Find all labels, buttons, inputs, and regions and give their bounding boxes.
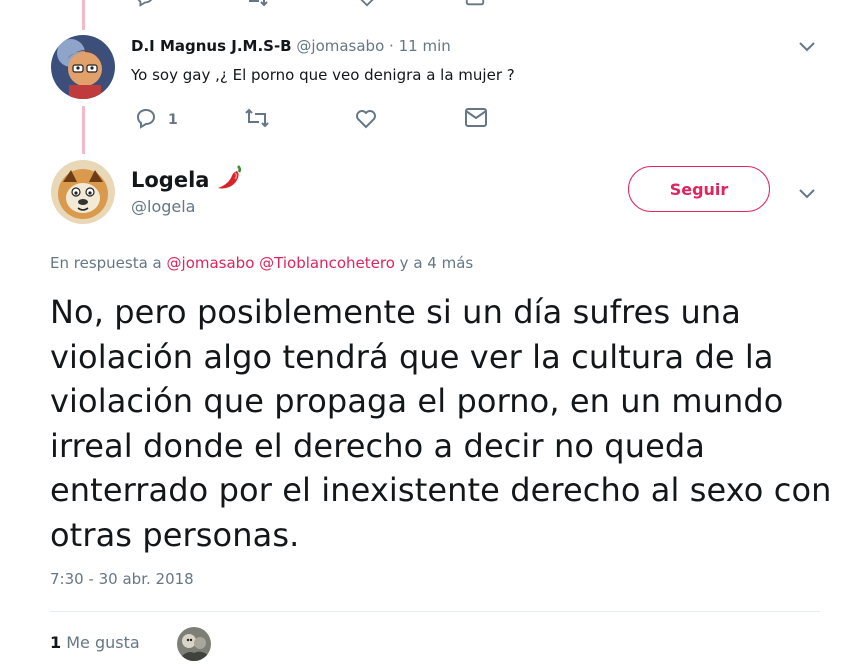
likes-count: 1 (50, 633, 62, 652)
reply-icon[interactable] (134, 0, 156, 12)
tweet-timestamp[interactable]: 7:30 - 30 abr. 2018 (50, 570, 194, 588)
reply-author-avatar[interactable] (51, 35, 115, 99)
retweet-icon[interactable] (245, 0, 269, 12)
liker-avatar[interactable] (177, 627, 211, 661)
mention-link[interactable]: @Tioblancohetero (259, 254, 395, 272)
reply-author-handle[interactable]: @jomasabo (296, 37, 384, 55)
message-icon[interactable] (464, 0, 486, 12)
message-action[interactable] (464, 107, 488, 133)
likes-count-link[interactable]: 1 Me gusta (50, 633, 140, 652)
reply-text: Yo soy gay ,¿ El porno que veo denigra a… (131, 66, 515, 84)
follow-button[interactable]: Seguir (628, 166, 770, 212)
main-author-name-line: Logela (131, 163, 245, 196)
separator-dot: · (389, 37, 394, 55)
likes-label: Me gusta (66, 633, 140, 652)
chevron-down-icon[interactable] (797, 185, 817, 204)
thread-line-top (82, 0, 85, 30)
reply-icon (134, 106, 158, 134)
retweet-action[interactable] (244, 107, 270, 133)
reply-count: 1 (168, 112, 178, 128)
tweet-text: No, pero posiblemente si un día sufres u… (50, 293, 832, 554)
in-reply-prefix: En respuesta a (50, 254, 162, 272)
in-reply-to: En respuesta a @jomasabo @Tioblancoheter… (50, 254, 473, 272)
main-author-avatar[interactable] (51, 160, 115, 224)
like-icon[interactable] (356, 0, 378, 12)
thread-line-bottom (82, 106, 85, 154)
in-reply-suffix[interactable]: y a 4 más (400, 254, 474, 272)
chevron-down-icon[interactable] (797, 38, 817, 57)
reply-author-name[interactable]: D.I Magnus J.M.S-B (131, 37, 292, 55)
reply-time[interactable]: 11 min (399, 37, 451, 55)
reply-action[interactable]: 1 (134, 106, 178, 134)
reply-author-line: D.I Magnus J.M.S-B @jomasabo · 11 min (131, 37, 451, 55)
retweet-icon (244, 107, 270, 133)
main-author-name[interactable]: Logela (131, 168, 209, 192)
like-icon (354, 106, 378, 134)
main-author-handle[interactable]: @logela (131, 197, 195, 216)
chili-pepper-icon (215, 163, 245, 196)
message-icon (464, 107, 488, 133)
like-action[interactable] (354, 106, 378, 134)
divider (50, 611, 820, 612)
mention-link[interactable]: @jomasabo (167, 254, 255, 272)
